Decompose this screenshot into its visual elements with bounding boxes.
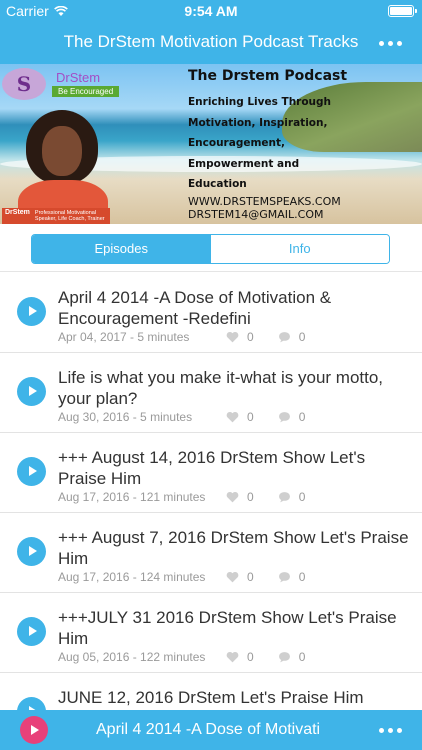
episode-row[interactable]: +++ August 7, 2016 DrStem Show Let's Pra… [0, 513, 422, 593]
banner-email: DRSTEM14@GMAIL.COM [188, 207, 324, 221]
status-time: 9:54 AM [184, 3, 238, 19]
like-count: 0 [247, 650, 254, 664]
episode-title: Life is what you make it-what is your mo… [58, 368, 384, 408]
episode-meta: Aug 05, 2016 - 122 minutes 0 0 [58, 650, 305, 664]
episode-row[interactable]: Life is what you make it-what is your mo… [0, 353, 422, 433]
episode-meta: Apr 04, 2017 - 5 minutes 0 0 [58, 330, 305, 344]
likes[interactable]: 0 [226, 490, 254, 504]
now-playing-bar[interactable]: April 4 2014 -A Dose of Motivati [0, 710, 422, 750]
episode-meta: Aug 17, 2016 - 124 minutes 0 0 [58, 570, 305, 584]
logo-name: DrStem [56, 70, 101, 85]
comment-icon [278, 412, 290, 423]
likes[interactable]: 0 [226, 570, 254, 584]
banner-heading: The Drstem Podcast [188, 68, 348, 84]
comments[interactable]: 0 [278, 490, 306, 504]
episode-title: +++ August 14, 2016 DrStem Show Let's Pr… [58, 448, 366, 488]
now-playing-title: April 4 2014 -A Dose of Motivati [96, 721, 321, 738]
episode-row[interactable]: JUNE 12, 2016 DrStem Let's Praise Him [0, 673, 422, 710]
play-icon[interactable] [17, 377, 46, 406]
play-icon[interactable] [17, 457, 46, 486]
likes[interactable]: 0 [226, 330, 254, 344]
episode-list: April 4 2014 -A Dose of Motivation & Enc… [0, 273, 422, 710]
play-icon[interactable] [20, 716, 48, 744]
like-count: 0 [247, 410, 254, 424]
comments[interactable]: 0 [278, 650, 306, 664]
battery-icon [388, 5, 417, 17]
episode-title: April 4 2014 -A Dose of Motivation & Enc… [58, 288, 332, 328]
episode-date: Aug 05, 2016 - 122 minutes [58, 650, 206, 664]
play-icon[interactable] [17, 697, 46, 710]
comments[interactable]: 0 [278, 410, 306, 424]
banner-logo: S DrStem Be Encouraged [2, 68, 128, 100]
episode-row[interactable]: +++JULY 31 2016 DrStem Show Let's Praise… [0, 593, 422, 673]
tab-info[interactable]: Info [210, 235, 389, 263]
heart-icon [226, 331, 239, 343]
host-photo [14, 104, 110, 224]
heart-icon [226, 651, 239, 663]
likes[interactable]: 0 [226, 410, 254, 424]
logo-tagline: Be Encouraged [52, 86, 120, 97]
comment-icon [278, 572, 290, 583]
stamp-text: Professional Motivational Speaker, Life … [34, 210, 105, 222]
comments[interactable]: 0 [278, 330, 306, 344]
banner-stamp: DrStem Professional Motivational Speaker… [2, 208, 110, 224]
comment-count: 0 [298, 650, 306, 664]
play-icon[interactable] [17, 297, 46, 326]
more-options-icon[interactable] [379, 728, 402, 733]
banner-line: Education [188, 178, 247, 190]
heart-icon [226, 411, 239, 423]
play-icon[interactable] [17, 537, 46, 566]
status-bar: Carrier 9:54 AM [0, 0, 422, 22]
banner-line: Motivation, Inspiration, [188, 116, 328, 129]
comment-icon [278, 652, 290, 663]
episode-date: Aug 17, 2016 - 124 minutes [58, 570, 206, 584]
episode-date: Aug 30, 2016 - 5 minutes [58, 410, 193, 424]
stamp-name: DrStem [5, 209, 30, 216]
episode-row[interactable]: +++ August 14, 2016 DrStem Show Let's Pr… [0, 433, 422, 513]
segment-control: Episodes Info [31, 234, 390, 264]
banner-line: Enriching Lives Through [188, 96, 332, 108]
episode-meta: Aug 30, 2016 - 5 minutes 0 0 [58, 410, 305, 424]
like-count: 0 [247, 330, 254, 344]
comment-count: 0 [298, 490, 306, 504]
more-options-icon[interactable] [379, 41, 402, 46]
comments[interactable]: 0 [278, 570, 306, 584]
comment-count: 0 [298, 410, 306, 424]
like-count: 0 [247, 490, 254, 504]
banner-line: Empowerment and [188, 157, 300, 170]
episode-title: +++ August 7, 2016 DrStem Show Let's Pra… [58, 528, 409, 568]
comment-icon [278, 332, 290, 343]
logo-letter: S [2, 68, 46, 100]
episode-title: +++JULY 31 2016 DrStem Show Let's Praise… [58, 608, 397, 648]
banner-line: Encouragement, [188, 137, 286, 149]
episode-meta: Aug 17, 2016 - 121 minutes 0 0 [58, 490, 305, 504]
episode-title: JUNE 12, 2016 DrStem Let's Praise Him [58, 688, 364, 707]
nav-bar: The DrStem Motivation Podcast Tracks [0, 22, 422, 64]
podcast-banner: S DrStem Be Encouraged DrStem Profession… [0, 64, 422, 224]
like-count: 0 [247, 570, 254, 584]
banner-text: The Drstem Podcast Enriching Lives Throu… [188, 68, 418, 221]
play-icon[interactable] [17, 617, 46, 646]
comment-count: 0 [298, 570, 306, 584]
episode-date: Apr 04, 2017 - 5 minutes [58, 330, 190, 344]
page-title: The DrStem Motivation Podcast Tracks [63, 32, 359, 51]
comment-count: 0 [298, 330, 306, 344]
episode-row[interactable]: April 4 2014 -A Dose of Motivation & Enc… [0, 273, 422, 353]
heart-icon [226, 491, 239, 503]
comment-icon [278, 492, 290, 503]
likes[interactable]: 0 [226, 650, 254, 664]
tab-episodes[interactable]: Episodes [32, 235, 211, 263]
heart-icon [226, 571, 239, 583]
banner-website: WWW.DRSTEMSPEAKS.COM [188, 194, 341, 208]
episode-date: Aug 17, 2016 - 121 minutes [58, 490, 206, 504]
segment-control-area: Episodes Info [0, 224, 422, 272]
